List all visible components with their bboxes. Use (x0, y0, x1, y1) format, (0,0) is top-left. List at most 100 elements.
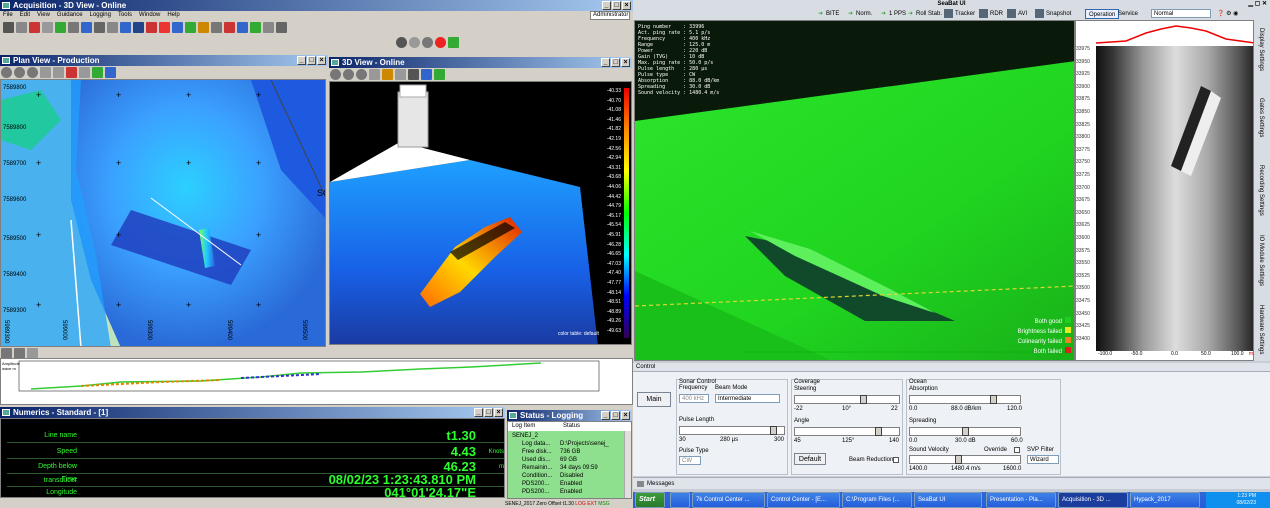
norm-label[interactable]: Norm. (856, 8, 872, 20)
3d-zoom-fit-icon[interactable] (356, 69, 367, 80)
mode-select[interactable]: Normal (1151, 9, 1211, 18)
tab-gates-settings[interactable]: Gates Settings (1258, 98, 1264, 137)
roll-label[interactable]: Roll Stab. (916, 8, 942, 20)
pulse-length-slider[interactable] (679, 426, 785, 435)
3d-zoom-out-icon[interactable] (343, 69, 354, 80)
3d-view-canvas[interactable]: color table: default -40.33 -40.70 -41.08-… (329, 81, 632, 345)
zoom-in-icon[interactable] (1, 67, 12, 78)
zoom-fit-icon[interactable] (27, 67, 38, 78)
plan-minimize-icon[interactable]: _ (297, 56, 306, 65)
sound-velocity-slider[interactable] (909, 455, 1021, 464)
settings-icon[interactable] (172, 22, 183, 33)
record-toggle-icon[interactable] (409, 37, 420, 48)
spreading-thumb[interactable] (962, 427, 969, 436)
3d-grid-icon[interactable] (395, 69, 406, 80)
plan-view-map[interactable]: + + + + + + + + + + + + + + + 7589800 75… (0, 79, 326, 347)
default-button[interactable]: Default (794, 453, 826, 465)
log-row[interactable]: Used dis... 69 GB (512, 456, 624, 464)
help-icons[interactable]: ❓ ⚙ ◉ (1217, 8, 1238, 20)
edit-icon[interactable] (29, 22, 40, 33)
3d-rotate-icon[interactable] (369, 69, 380, 80)
profile-view[interactable]: Amplitude wave m (0, 358, 633, 405)
target-icon[interactable] (237, 22, 248, 33)
3d-layers-icon[interactable] (421, 69, 432, 80)
record-icon[interactable] (146, 22, 157, 33)
layers-icon[interactable] (105, 67, 116, 78)
bite-label[interactable]: BITE (826, 8, 839, 20)
menu-file[interactable]: File (3, 12, 13, 18)
tab-hardware-settings[interactable]: Hardware Settings (1258, 305, 1264, 354)
grid-icon[interactable] (107, 22, 118, 33)
steering-thumb[interactable] (860, 395, 867, 404)
open-icon[interactable] (16, 22, 27, 33)
pan-icon[interactable] (40, 67, 51, 78)
quicklaunch-icon[interactable] (670, 492, 690, 508)
status-list[interactable]: Log Item Status SENEJ_2 Log data... D:\Pr… (507, 421, 632, 499)
export-icon[interactable] (276, 22, 287, 33)
task-seabat[interactable]: SeaBat UI (914, 492, 982, 508)
absorption-slider[interactable] (909, 395, 1021, 404)
avi-button[interactable]: AVI (1018, 8, 1027, 20)
tab-recording-settings[interactable]: Recording Settings (1258, 165, 1264, 216)
palette-icon[interactable] (92, 67, 103, 78)
tab-io-module-settings[interactable]: IO Module Settings (1258, 235, 1264, 286)
pps-label[interactable]: 1 PPS (889, 8, 906, 20)
task-presentation[interactable]: Presentation - Pla... (986, 492, 1056, 508)
log-row[interactable]: Remainin... 34 days 09:59 (512, 464, 624, 472)
3d-zoom-in-icon[interactable] (330, 69, 341, 80)
run-icon[interactable] (185, 22, 196, 33)
tab-service[interactable]: Service (1118, 8, 1138, 20)
maximize-icon[interactable]: □ (612, 1, 621, 10)
tab-display-settings[interactable]: Display Settings (1258, 28, 1264, 71)
stop-log-icon[interactable] (435, 37, 446, 48)
task-program-files[interactable]: C:\Program Files (... (842, 492, 912, 508)
steering-slider[interactable] (794, 395, 900, 404)
measure-icon[interactable] (79, 67, 90, 78)
3d-close-icon[interactable]: × (621, 58, 630, 67)
numerics-minimize-icon[interactable]: _ (474, 408, 483, 417)
status-minimize-icon[interactable]: _ (601, 411, 610, 420)
3d-crosshair-icon[interactable] (408, 69, 419, 80)
rdr-button[interactable]: RDR (990, 8, 1003, 20)
plan-close-icon[interactable]: × (317, 56, 326, 65)
tab-operation[interactable]: Operation (1085, 9, 1120, 19)
status-close-icon[interactable]: × (621, 411, 630, 420)
stop-icon[interactable] (159, 22, 170, 33)
pause-icon[interactable] (422, 37, 433, 48)
start-button[interactable]: Start (635, 492, 665, 508)
menu-edit[interactable]: Edit (20, 12, 30, 18)
wave-icon[interactable] (68, 22, 79, 33)
svp-filter-select[interactable]: Wizard (1027, 455, 1059, 464)
task-control-center[interactable]: Control Center - [E... (767, 492, 840, 508)
rotate-icon[interactable] (53, 67, 64, 78)
pulse-type-select[interactable]: CW (679, 456, 701, 465)
seabat-window-controls[interactable]: ▁ ▢ ✕ (1248, 0, 1267, 8)
undo-icon[interactable] (42, 22, 53, 33)
angle-thumb[interactable] (875, 427, 882, 436)
sound-velocity-thumb[interactable] (955, 455, 962, 464)
print-icon[interactable] (263, 22, 274, 33)
plan-maximize-icon[interactable]: □ (307, 56, 316, 65)
flag-icon[interactable] (224, 22, 235, 33)
3d-maximize-icon[interactable]: □ (611, 58, 620, 67)
numerics-close-icon[interactable]: × (494, 408, 503, 417)
frequency-select[interactable]: 400 kHz (679, 394, 709, 403)
user-select[interactable]: Administrator (590, 11, 630, 20)
main-button[interactable]: Main (637, 392, 671, 407)
task-hypack[interactable]: Hypack_2017 (1130, 492, 1200, 508)
beam-mode-select[interactable]: Intermediate (715, 394, 780, 403)
layer-icon[interactable] (94, 22, 105, 33)
log-row[interactable]: PDS200... Enabled (512, 480, 624, 488)
tracker-button[interactable]: Tracker (955, 8, 975, 20)
mark-icon[interactable] (448, 37, 459, 48)
status-scrollbar[interactable] (624, 431, 631, 498)
angle-slider[interactable] (794, 427, 900, 436)
task-7k-control[interactable]: 7k Control Center ... (692, 492, 765, 508)
tools-icon[interactable] (211, 22, 222, 33)
snapshot-button[interactable]: Snapshot (1046, 8, 1071, 20)
numerics-maximize-icon[interactable]: □ (484, 408, 493, 417)
alarm-icon[interactable] (198, 22, 209, 33)
vessel-icon[interactable] (55, 22, 66, 33)
display-icon[interactable] (133, 22, 144, 33)
override-checkbox[interactable] (1014, 447, 1020, 453)
